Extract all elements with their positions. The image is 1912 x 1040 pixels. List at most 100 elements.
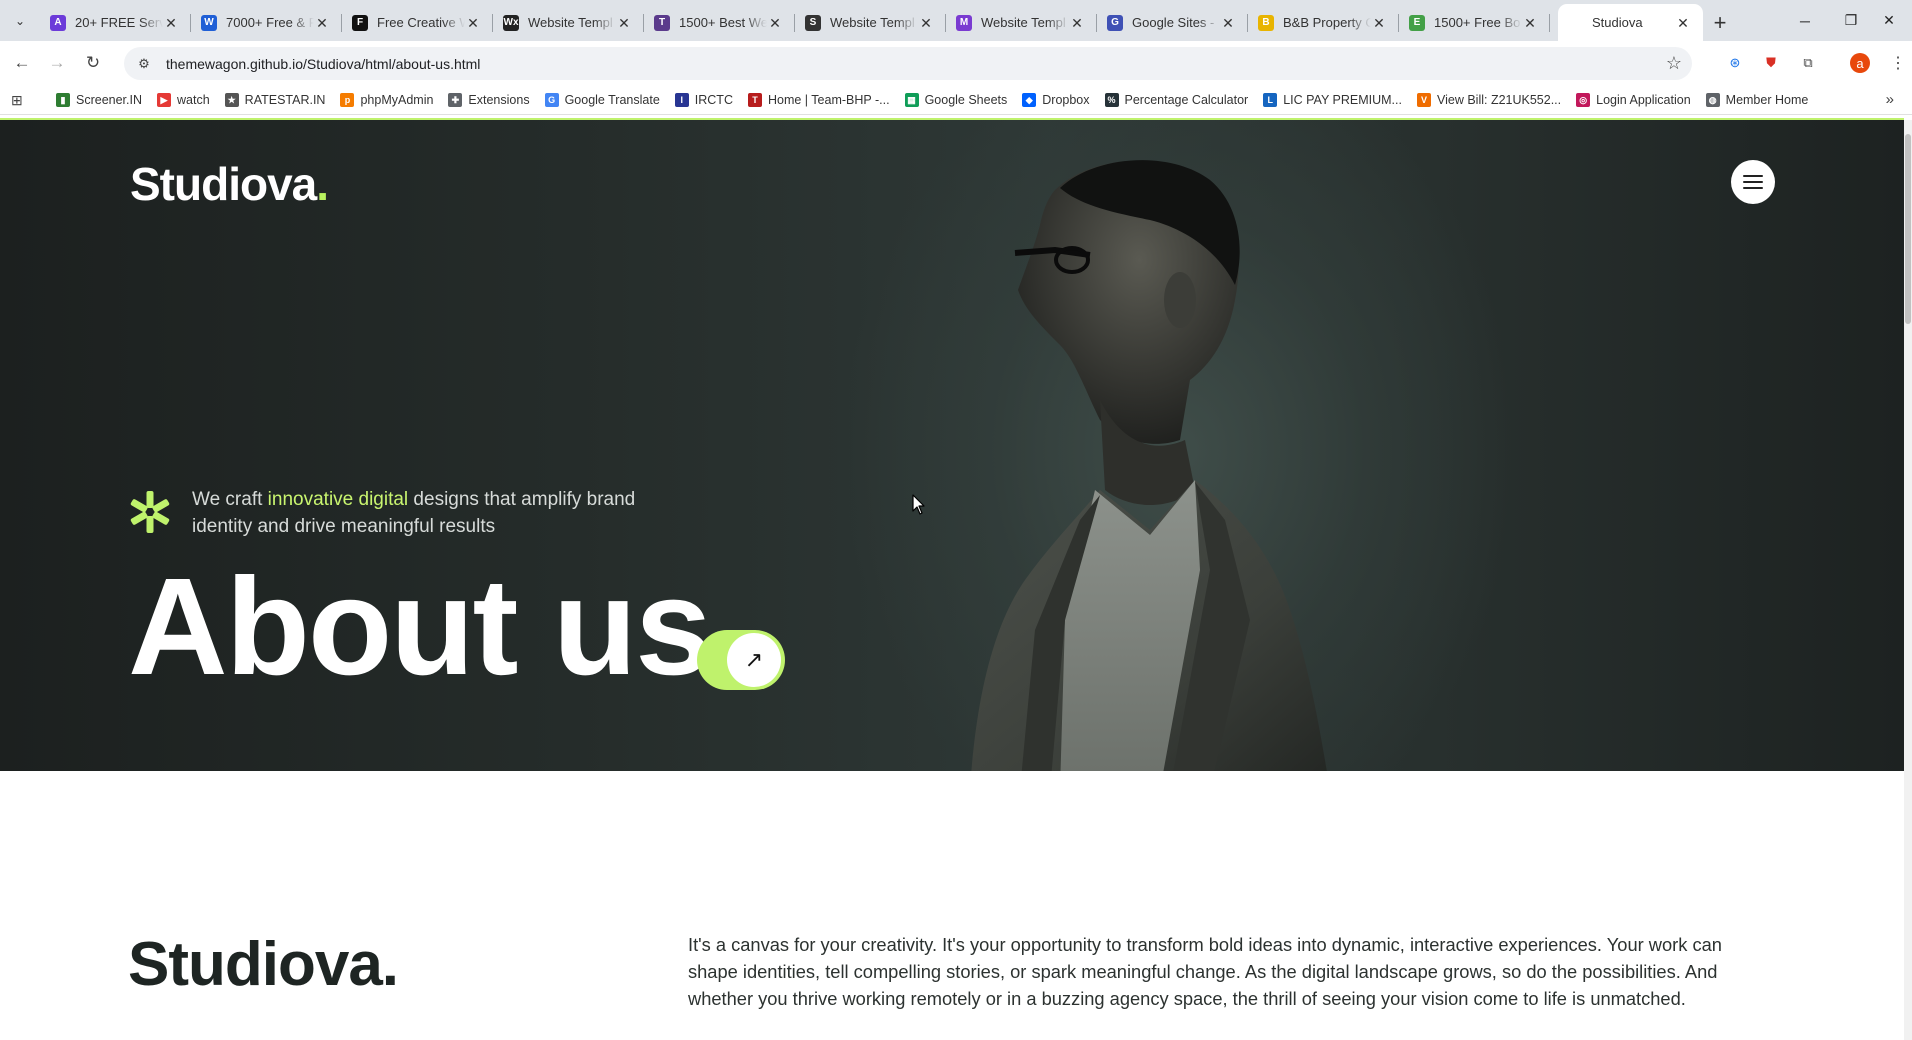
back-arrow-icon[interactable]: ← [10, 51, 34, 75]
tagline-text-start: We craft [192, 489, 268, 510]
tab-title: 7000+ Free & P [226, 15, 314, 30]
extension-globe-icon[interactable]: ⊛ [1724, 52, 1746, 74]
apps-grid-icon[interactable]: ⊞ [11, 92, 27, 108]
bookmark-item[interactable]: L LIC PAY PREMIUM... [1263, 93, 1402, 107]
bookmark-favicon-icon: I [674, 93, 689, 107]
bookmark-favicon-icon: % [1104, 93, 1119, 107]
more-bookmarks-chevron-icon[interactable]: » [1886, 91, 1894, 108]
browser-menu-icon[interactable]: ⋮ [1887, 52, 1909, 74]
tab-favicon-icon: G [1107, 14, 1123, 31]
browser-tab[interactable]: G Google Sites - ✕ [1097, 4, 1248, 41]
tab-close-icon[interactable]: ✕ [1069, 15, 1085, 31]
tab-title: 20+ FREE Servi [75, 15, 163, 30]
browser-tab[interactable]: A 20+ FREE Servi ✕ [40, 4, 191, 41]
bookmark-label: Dropbox [1042, 93, 1090, 107]
tab-close-icon[interactable]: ✕ [1371, 15, 1387, 31]
tab-close-icon[interactable]: ✕ [465, 15, 481, 31]
bookmark-favicon-icon: ◎ [1576, 93, 1591, 107]
tab-title: 1500+ Best We [679, 15, 767, 30]
about-intro-section: Studiova. It's a canvas for your creativ… [0, 771, 1904, 1040]
tab-close-icon[interactable]: ✕ [163, 15, 179, 31]
browser-tab[interactable]: Wx Website Templ ✕ [493, 4, 644, 41]
menu-line-icon [1743, 181, 1763, 183]
tab-title: Free Creative W [377, 15, 465, 30]
bookmark-item[interactable]: ▦ Google Sheets [904, 93, 1008, 107]
browser-tab[interactable]: S Website Templ ✕ [795, 4, 946, 41]
bookmark-item[interactable]: ◎ Login Application [1576, 93, 1691, 107]
browser-tab[interactable]: W 7000+ Free & P ✕ [191, 4, 342, 41]
tab-close-icon[interactable]: ✕ [616, 15, 632, 31]
tab-favicon-icon: M [956, 14, 972, 31]
bookmark-label: watch [177, 93, 210, 107]
bookmark-item[interactable]: ▮ Screener.IN [56, 93, 142, 107]
bookmark-item[interactable]: V View Bill: Z21UK552... [1416, 93, 1561, 107]
bookmark-item[interactable]: T Home | Team-BHP -... [747, 93, 890, 107]
bookmark-item[interactable]: ◆ Dropbox [1022, 93, 1090, 107]
tab-favicon-icon: A [50, 14, 66, 31]
tab-favicon-icon: B [1258, 14, 1274, 31]
bookmark-favicon-icon: T [747, 93, 762, 107]
profile-avatar[interactable]: a [1850, 53, 1870, 73]
bookmark-favicon-icon: L [1263, 93, 1278, 107]
tab-search-chevron-icon[interactable]: ⌄ [8, 9, 32, 33]
tab-close-icon[interactable]: ✕ [1675, 15, 1691, 31]
page-viewport: Studiova. We craft innovative digital de… [0, 120, 1904, 1040]
tab-favicon-icon: Wx [503, 14, 519, 31]
tab-strip: ⌄ A 20+ FREE Servi ✕ W 7000+ Free & P ✕ F Free … [0, 0, 1912, 41]
tab-close-icon[interactable]: ✕ [1220, 15, 1236, 31]
page-scrollbar[interactable] [1904, 120, 1912, 1040]
extensions-puzzle-icon[interactable]: ⧉ [1797, 52, 1819, 74]
bookmark-item[interactable]: ◍ Member Home [1705, 93, 1808, 107]
bookmark-favicon-icon: ★ [224, 93, 239, 107]
bookmark-item[interactable]: p phpMyAdmin [340, 93, 433, 107]
logo-dot: . [316, 158, 329, 210]
tab-title: B&B Property C [1283, 15, 1371, 30]
close-window-button[interactable]: ✕ [1866, 0, 1912, 41]
bookmark-list: ▮ Screener.IN ▶ watch ★ RATESTAR.IN p phpMyAdmi… [56, 85, 1823, 115]
site-info-icon[interactable]: ⚙ [134, 56, 154, 72]
forward-arrow-icon[interactable]: → [45, 51, 69, 75]
bookmark-label: Extensions [468, 93, 530, 107]
tab-favicon-icon: F [352, 14, 368, 31]
hamburger-menu-button[interactable] [1731, 160, 1775, 204]
reload-icon[interactable]: ↻ [81, 51, 105, 75]
browser-tab[interactable]: F Free Creative W ✕ [342, 4, 493, 41]
bookmark-item[interactable]: I IRCTC [674, 93, 733, 107]
address-bar[interactable]: ⚙ themewagon.github.io/Studiova/html/abo… [124, 47, 1692, 80]
scroll-arrow-button[interactable]: ↗ [697, 630, 785, 690]
bookmark-star-icon[interactable]: ☆ [1666, 53, 1682, 74]
bookmark-label: Google Sheets [924, 93, 1008, 107]
tab-close-icon[interactable]: ✕ [314, 15, 330, 31]
hero-portrait-image [971, 160, 1327, 771]
tab-close-icon[interactable]: ✕ [918, 15, 934, 31]
scrollbar-thumb[interactable] [1905, 134, 1911, 324]
extension-shield-icon[interactable]: ⛊ [1760, 52, 1782, 74]
site-logo[interactable]: Studiova. [130, 157, 329, 211]
logo-text: Studiova [130, 158, 317, 210]
hero-tagline: We craft innovative digital designs that… [192, 486, 652, 540]
tab-favicon-icon: E [1409, 14, 1425, 31]
browser-tab[interactable]: E 1500+ Free Bo ✕ [1399, 4, 1550, 41]
browser-tab-active[interactable]: Studiova ✕ [1558, 4, 1703, 41]
tab-favicon-icon: W [201, 14, 217, 31]
bookmark-item[interactable]: ▶ watch [157, 93, 210, 107]
tagline-highlight: innovative digital [267, 489, 409, 510]
tab-title: Website Templ [981, 15, 1066, 30]
bookmark-label: LIC PAY PREMIUM... [1283, 93, 1402, 107]
new-tab-plus-icon[interactable]: + [1703, 4, 1737, 41]
url-text[interactable]: themewagon.github.io/Studiova/html/about… [166, 56, 480, 72]
bookmark-item[interactable]: G Google Translate [544, 93, 660, 107]
tab-close-icon[interactable]: ✕ [1522, 15, 1538, 31]
tab-title: Website Templ [528, 15, 613, 30]
browser-tab[interactable]: M Website Templ ✕ [946, 4, 1097, 41]
minimize-button[interactable]: ─ [1782, 0, 1828, 41]
bookmark-item[interactable]: ★ RATESTAR.IN [224, 93, 325, 107]
browser-tab[interactable]: B B&B Property C ✕ [1248, 4, 1399, 41]
bookmark-label: IRCTC [694, 93, 733, 107]
bookmark-item[interactable]: ✚ Extensions [448, 93, 530, 107]
section-heading: Studiova. [128, 930, 399, 999]
bookmark-item[interactable]: % Percentage Calculator [1104, 93, 1248, 107]
tab-close-icon[interactable]: ✕ [767, 15, 783, 31]
browser-tab[interactable]: T 1500+ Best We ✕ [644, 4, 795, 41]
bookmark-favicon-icon: ▮ [56, 93, 70, 107]
